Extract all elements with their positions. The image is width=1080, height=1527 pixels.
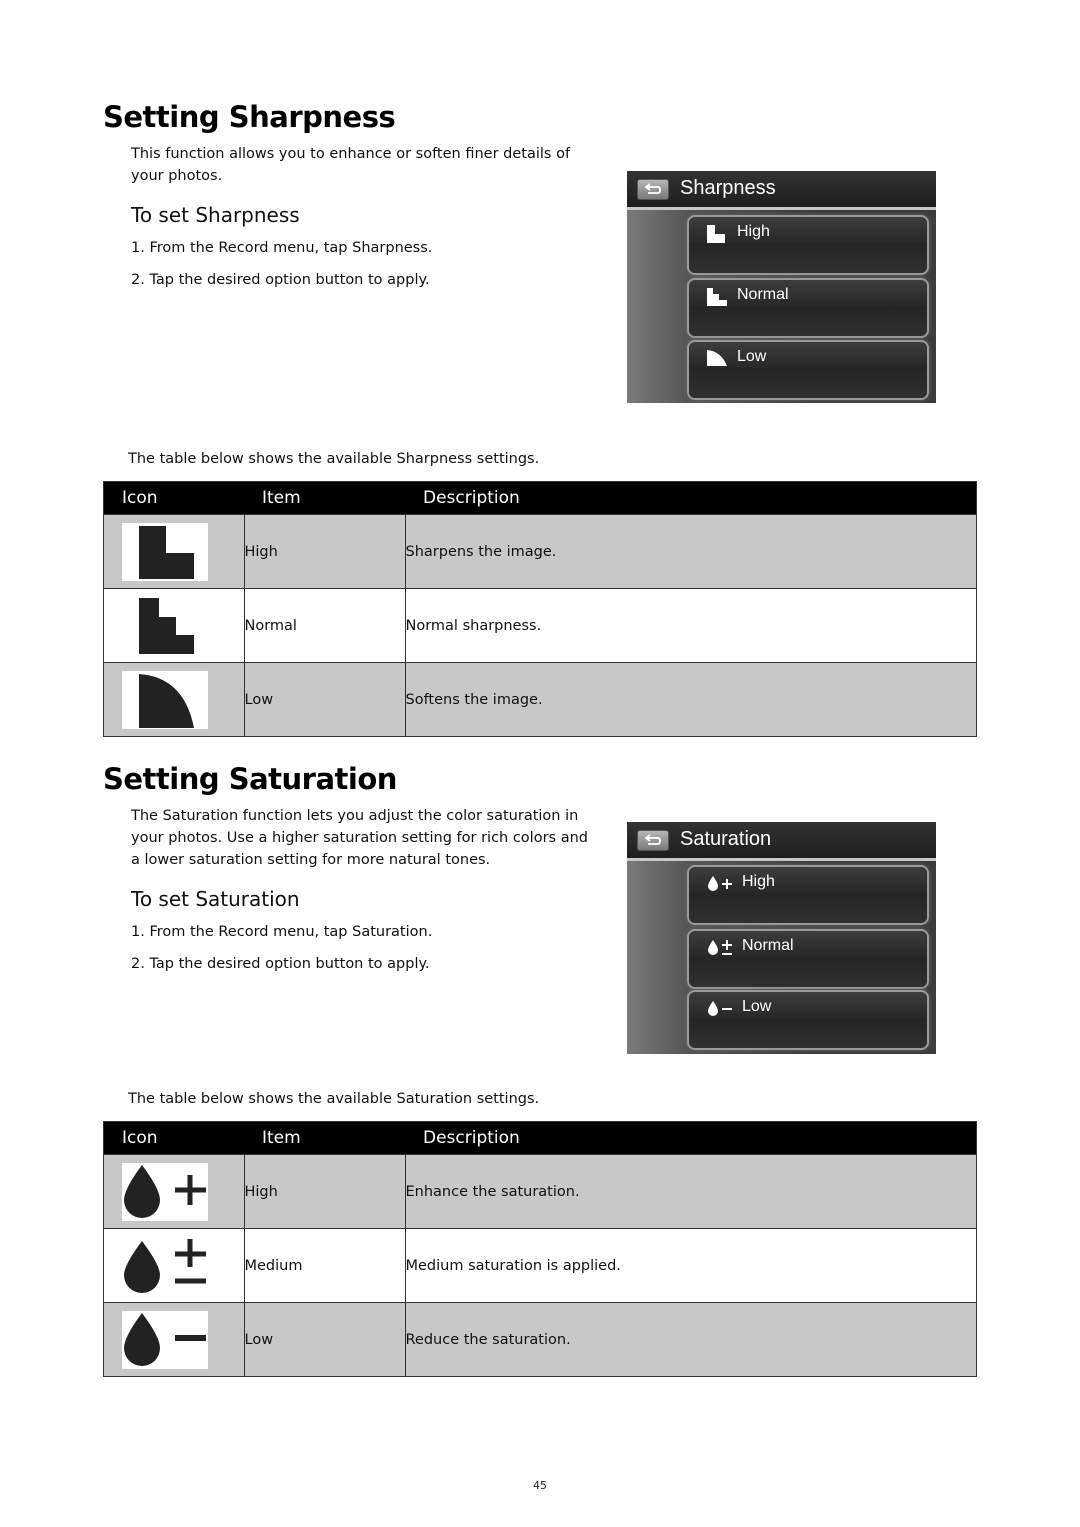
sharpness-heading: Setting Sharpness [103,100,396,134]
option-label: Low [737,348,767,365]
screen-title-bar: Saturation [627,822,936,858]
header-description: Description [405,1121,977,1155]
sharpness-table: Icon Item Description High Sharpens the … [103,481,977,737]
header-description: Description [405,481,977,515]
option-high-button[interactable]: High [689,217,927,273]
sharpness-low-icon [122,670,208,729]
sharpness-high-icon [707,225,725,243]
table-row: Low Softens the image. [103,662,977,737]
sharpness-low-icon [707,350,727,366]
table-row: High Sharpens the image. [103,514,977,589]
saturation-table-note: The table below shows the available Satu… [128,1091,540,1107]
description-cell: Sharpens the image. [404,514,977,589]
table-header: Icon Item Description [103,1121,977,1155]
saturation-step-2: 2. Tap the desired option button to appl… [131,956,430,972]
option-label: High [742,873,775,890]
saturation-intro: The Saturation function lets you adjust … [131,808,588,868]
saturation-table: Icon Item Description High Enhance the s… [103,1121,977,1377]
table-row: Low Reduce the saturation. [103,1302,977,1377]
saturation-high-icon [708,876,732,891]
header-item: Item [244,481,405,515]
page-number: 45 [533,1479,547,1492]
saturation-low-icon [122,1310,208,1369]
table-header: Icon Item Description [103,481,977,515]
sharpness-normal-icon [122,596,208,655]
sharpness-normal-icon [707,288,727,306]
option-normal-button[interactable]: Normal [689,280,927,336]
screen-title: Saturation [680,828,772,850]
option-normal-button[interactable]: Normal [689,931,927,987]
header-icon: Icon [103,1121,244,1155]
saturation-subheading: To set Saturation [131,887,300,911]
option-low-button[interactable]: Low [689,342,927,398]
screen-title: Sharpness [680,177,776,199]
saturation-screen: Saturation High Normal Low [627,822,936,1054]
table-row: High Enhance the saturation. [103,1154,977,1229]
sharpness-table-note: The table below shows the available Shar… [128,451,540,467]
saturation-high-icon [122,1162,208,1221]
back-button[interactable] [637,179,669,200]
sharpness-subheading: To set Sharpness [131,203,300,227]
saturation-normal-icon [708,940,732,955]
item-cell: Normal [243,588,406,663]
saturation-step-1: 1. From the Record menu, tap Saturation. [131,924,433,940]
sharpness-intro: This function allows you to enhance or s… [131,146,571,184]
back-arrow-icon [644,183,661,194]
description-cell: Softens the image. [404,662,977,737]
description-cell: Medium saturation is applied. [404,1228,977,1303]
sharpness-screen: Sharpness High Normal Low [627,171,936,403]
item-cell: Low [243,662,406,737]
item-cell: Medium [243,1228,406,1303]
description-cell: Enhance the saturation. [404,1154,977,1229]
sharpness-high-icon [122,522,208,581]
saturation-normal-icon [122,1236,208,1295]
table-row: Normal Normal sharpness. [103,588,977,663]
table-row: Medium Medium saturation is applied. [103,1228,977,1303]
header-item: Item [244,1121,405,1155]
option-low-button[interactable]: Low [689,992,927,1048]
sharpness-step-2: 2. Tap the desired option button to appl… [131,272,430,288]
option-label: High [737,223,770,240]
item-cell: High [243,514,406,589]
saturation-heading: Setting Saturation [103,762,397,796]
item-cell: Low [243,1302,406,1377]
item-cell: High [243,1154,406,1229]
option-label: Low [742,998,772,1015]
option-high-button[interactable]: High [689,867,927,923]
description-cell: Reduce the saturation. [404,1302,977,1377]
sharpness-step-1: 1. From the Record menu, tap Sharpness. [131,240,433,256]
back-button[interactable] [637,830,669,851]
description-cell: Normal sharpness. [404,588,977,663]
screen-title-bar: Sharpness [627,171,936,207]
saturation-low-icon [708,1001,732,1016]
header-icon: Icon [103,481,244,515]
back-arrow-icon [644,834,661,845]
option-label: Normal [737,286,789,303]
option-label: Normal [742,937,794,954]
